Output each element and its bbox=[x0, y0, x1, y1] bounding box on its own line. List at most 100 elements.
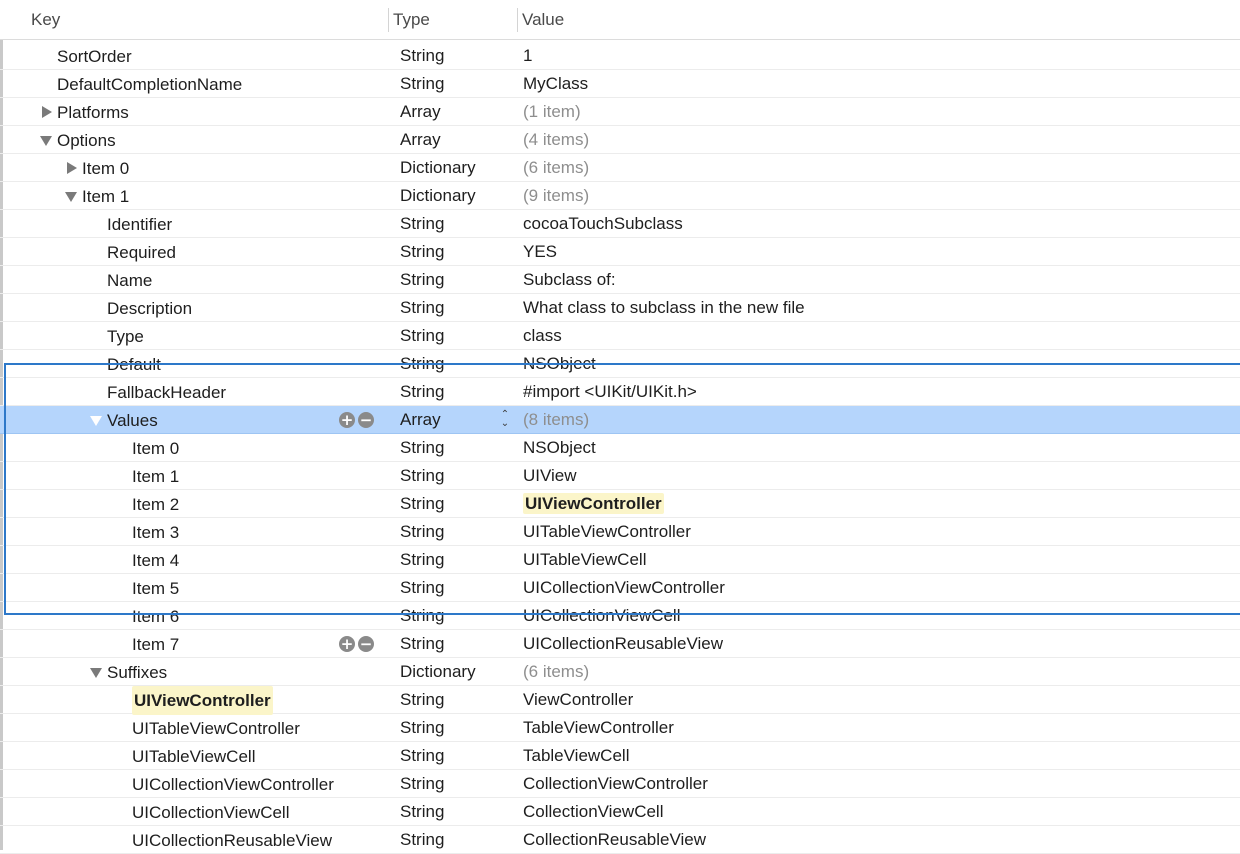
table-row[interactable]: SortOrder String 1 bbox=[0, 42, 1240, 70]
value-label: (9 items) bbox=[523, 186, 590, 205]
table-row[interactable]: Identifier String cocoaTouchSubclass bbox=[0, 210, 1240, 238]
key-cell: Item 0 bbox=[115, 434, 179, 462]
type-cell: String bbox=[400, 606, 445, 625]
type-cell: String bbox=[400, 550, 445, 569]
column-header-key[interactable]: Key bbox=[31, 0, 60, 40]
table-row[interactable]: Description String What class to subclass … bbox=[0, 294, 1240, 322]
table-row[interactable]: UICollectionViewCell String CollectionView… bbox=[0, 798, 1240, 826]
key-cell: Item 1 bbox=[65, 182, 129, 210]
up-down-stepper-icon[interactable]: ⌃ ⌄ bbox=[498, 410, 512, 430]
key-label: Item 7 bbox=[132, 634, 180, 654]
key-label: Identifier bbox=[107, 214, 173, 234]
table-row[interactable]: Item 4 String UITableViewCell bbox=[0, 546, 1240, 574]
value-label: #import <UIKit/UIKit.h> bbox=[523, 382, 697, 401]
table-row[interactable]: Platforms Array (1 item) bbox=[0, 98, 1240, 126]
value-label: CollectionViewController bbox=[523, 774, 708, 793]
table-row[interactable]: Item 0 Dictionary (6 items) bbox=[0, 154, 1240, 182]
table-row[interactable]: Item 1 Dictionary (9 items) bbox=[0, 182, 1240, 210]
table-row[interactable]: Item 6 String UICollectionViewCell bbox=[0, 602, 1240, 630]
type-cell: String bbox=[400, 382, 445, 401]
value-cell: UIView bbox=[523, 462, 577, 490]
value-label: NSObject bbox=[523, 438, 596, 457]
table-row[interactable]: UITableViewCell String TableViewCell bbox=[0, 742, 1240, 770]
disclosure-open-icon[interactable] bbox=[65, 190, 77, 202]
table-row[interactable]: Item 7 + − String UICollectionReusableView bbox=[0, 630, 1240, 658]
table-row[interactable]: Suffixes Dictionary (6 items) bbox=[0, 658, 1240, 686]
table-row[interactable]: DefaultCompletionName String MyClass bbox=[0, 70, 1240, 98]
type-cell: String bbox=[400, 494, 445, 513]
key-label: Item 3 bbox=[132, 522, 180, 542]
table-row[interactable]: Name String Subclass of: bbox=[0, 266, 1240, 294]
disclosure-closed-icon[interactable] bbox=[65, 162, 77, 174]
type-cell[interactable]: Array bbox=[400, 406, 441, 434]
column-divider[interactable] bbox=[517, 8, 518, 32]
value-label: Subclass of: bbox=[523, 270, 616, 289]
key-cell: Name bbox=[90, 266, 152, 294]
table-row[interactable]: Item 3 String UITableViewController bbox=[0, 518, 1240, 546]
key-cell: SortOrder bbox=[40, 42, 132, 70]
key-label: Required bbox=[107, 242, 176, 262]
key-cell: UITableViewController bbox=[115, 714, 300, 742]
plus-circle-icon[interactable]: + bbox=[339, 412, 355, 428]
key-label: UICollectionViewController bbox=[132, 774, 334, 794]
table-row[interactable]: Options Array (4 items) bbox=[0, 126, 1240, 154]
key-cell: UIViewController bbox=[115, 685, 273, 715]
table-row[interactable]: Item 1 String UIView bbox=[0, 462, 1240, 490]
type-cell: Dictionary bbox=[400, 158, 476, 177]
table-row[interactable]: UITableViewController String TableViewCont… bbox=[0, 714, 1240, 742]
minus-circle-icon[interactable]: − bbox=[358, 412, 374, 428]
table-row[interactable]: Item 2 String UIViewController bbox=[0, 490, 1240, 518]
plus-circle-icon[interactable]: + bbox=[339, 636, 355, 652]
key-label: Type bbox=[107, 326, 144, 346]
table-row[interactable]: Default String NSObject bbox=[0, 350, 1240, 378]
table-row[interactable]: Values + − Array ⌃ ⌄ (8 items) bbox=[0, 406, 1240, 434]
value-cell: (6 items) bbox=[523, 658, 589, 686]
type-cell: Array bbox=[400, 130, 441, 149]
key-cell: Item 4 bbox=[115, 546, 179, 574]
table-row[interactable]: FallbackHeader String #import <UIKit/UIKit… bbox=[0, 378, 1240, 406]
table-row[interactable]: Item 5 String UICollectionViewController bbox=[0, 574, 1240, 602]
table-row[interactable]: Type String class bbox=[0, 322, 1240, 350]
value-label: UIView bbox=[523, 466, 577, 485]
key-label: FallbackHeader bbox=[107, 382, 227, 402]
value-label: (6 items) bbox=[523, 158, 590, 177]
key-label: Item 5 bbox=[132, 578, 180, 598]
table-row[interactable]: UICollectionViewController String Collecti… bbox=[0, 770, 1240, 798]
table-row[interactable]: Required String YES bbox=[0, 238, 1240, 266]
value-cell: UICollectionViewCell bbox=[523, 602, 680, 630]
disclosure-open-icon[interactable] bbox=[40, 134, 52, 146]
key-label: Item 6 bbox=[132, 606, 180, 626]
type-cell: String bbox=[400, 326, 445, 345]
disclosure-open-icon[interactable] bbox=[90, 666, 102, 678]
disclosure-closed-icon[interactable] bbox=[40, 106, 52, 118]
type-cell: String bbox=[400, 214, 445, 233]
table-row[interactable]: Item 0 String NSObject bbox=[0, 434, 1240, 462]
column-header-type[interactable]: Type bbox=[393, 0, 430, 40]
disclosure-open-icon[interactable] bbox=[90, 414, 102, 426]
column-divider[interactable] bbox=[388, 8, 389, 32]
table-row[interactable]: UIViewController String ViewController bbox=[0, 685, 1240, 715]
type-cell: String bbox=[400, 690, 445, 709]
value-cell: TableViewController bbox=[523, 714, 674, 742]
type-cell: String bbox=[400, 522, 445, 541]
type-cell: String bbox=[400, 466, 445, 485]
value-cell: (9 items) bbox=[523, 182, 589, 210]
column-header-value[interactable]: Value bbox=[522, 0, 564, 40]
key-label: Platforms bbox=[57, 102, 129, 122]
value-label: TableViewCell bbox=[523, 746, 630, 765]
minus-circle-icon[interactable]: − bbox=[358, 636, 374, 652]
value-cell: (1 item) bbox=[523, 98, 581, 126]
type-cell: String bbox=[400, 774, 445, 793]
key-label: UIViewController bbox=[132, 685, 273, 715]
